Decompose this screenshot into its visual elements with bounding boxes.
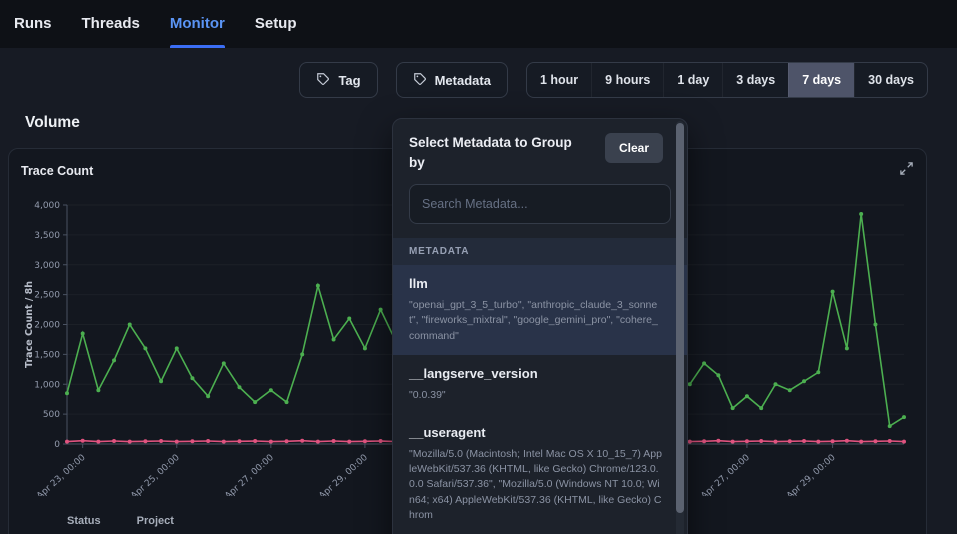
range-30-days[interactable]: 30 days xyxy=(854,63,927,97)
tab-threads[interactable]: Threads xyxy=(82,0,140,48)
svg-text:4,000: 4,000 xyxy=(34,201,60,211)
range-1-hour[interactable]: 1 hour xyxy=(527,63,591,97)
metadata-filter-button[interactable]: Metadata xyxy=(396,62,508,98)
metadata-item-langserve-version[interactable]: __langserve_version "0.0.39" xyxy=(393,355,687,414)
svg-text:0: 0 xyxy=(54,440,60,450)
metadata-key: llm xyxy=(409,276,663,291)
metadata-key: __useragent xyxy=(409,425,663,440)
tab-runs[interactable]: Runs xyxy=(14,0,52,48)
metadata-list: llm "openai_gpt_3_5_turbo", "anthropic_c… xyxy=(393,265,687,534)
svg-text:2,500: 2,500 xyxy=(34,291,60,301)
svg-text:3,000: 3,000 xyxy=(34,261,60,271)
svg-text:Apr 25, 00:00: Apr 25, 00:00 xyxy=(129,453,182,496)
clear-button[interactable]: Clear xyxy=(605,133,663,163)
popover-scrollbar[interactable] xyxy=(676,121,684,534)
metadata-values: "0.0.39" xyxy=(409,388,663,403)
range-1-day[interactable]: 1 day xyxy=(663,63,722,97)
svg-text:Apr 27, 00:00: Apr 27, 00:00 xyxy=(223,453,276,496)
tag-filter-button[interactable]: Tag xyxy=(299,62,377,98)
metadata-item-llm[interactable]: llm "openai_gpt_3_5_turbo", "anthropic_c… xyxy=(393,265,687,355)
svg-text:2,000: 2,000 xyxy=(34,321,60,331)
group-label-status[interactable]: Status xyxy=(67,515,101,527)
tag-icon xyxy=(316,72,330,89)
time-range-group: 1 hour 9 hours 1 day 3 days 7 days 30 da… xyxy=(526,62,928,98)
tab-monitor[interactable]: Monitor xyxy=(170,0,225,48)
svg-text:Apr 29, 00:00: Apr 29, 00:00 xyxy=(785,453,838,496)
expand-icon[interactable] xyxy=(899,161,914,181)
range-3-days[interactable]: 3 days xyxy=(722,63,788,97)
svg-text:Apr 29, 00:00: Apr 29, 00:00 xyxy=(317,453,370,496)
metadata-groupby-popover: Select Metadata to Group by Clear METADA… xyxy=(392,118,688,534)
range-9-hours[interactable]: 9 hours xyxy=(591,63,663,97)
group-label-project[interactable]: Project xyxy=(137,515,174,527)
svg-text:1,000: 1,000 xyxy=(34,380,60,390)
svg-text:3,500: 3,500 xyxy=(34,231,60,241)
metadata-values: "Mozilla/5.0 (Macintosh; Intel Mac OS X … xyxy=(409,447,663,523)
svg-text:Trace Count / 8h: Trace Count / 8h xyxy=(24,281,35,368)
svg-text:Apr 23, 00:00: Apr 23, 00:00 xyxy=(35,453,88,496)
metadata-button-label: Metadata xyxy=(435,73,491,88)
popover-title: Select Metadata to Group by xyxy=(409,133,589,172)
metadata-key: __langserve_version xyxy=(409,366,663,381)
range-7-days[interactable]: 7 days xyxy=(788,63,854,97)
top-nav: Runs Threads Monitor Setup xyxy=(0,0,957,48)
metadata-section-header: METADATA xyxy=(393,238,687,265)
tag-icon xyxy=(413,72,427,89)
svg-text:1,500: 1,500 xyxy=(34,350,60,360)
svg-text:500: 500 xyxy=(43,410,60,420)
popover-scrollbar-thumb[interactable] xyxy=(676,123,684,513)
svg-text:Apr 27, 00:00: Apr 27, 00:00 xyxy=(699,453,752,496)
filter-toolbar: Tag Metadata 1 hour 9 hours 1 day 3 days… xyxy=(0,62,957,98)
tag-button-label: Tag xyxy=(338,73,360,88)
chart-title: Trace Count xyxy=(21,164,93,178)
search-metadata-input[interactable] xyxy=(409,184,671,224)
metadata-values: "openai_gpt_3_5_turbo", "anthropic_claud… xyxy=(409,298,663,344)
tab-setup[interactable]: Setup xyxy=(255,0,297,48)
metadata-item-useragent[interactable]: __useragent "Mozilla/5.0 (Macintosh; Int… xyxy=(393,414,687,534)
